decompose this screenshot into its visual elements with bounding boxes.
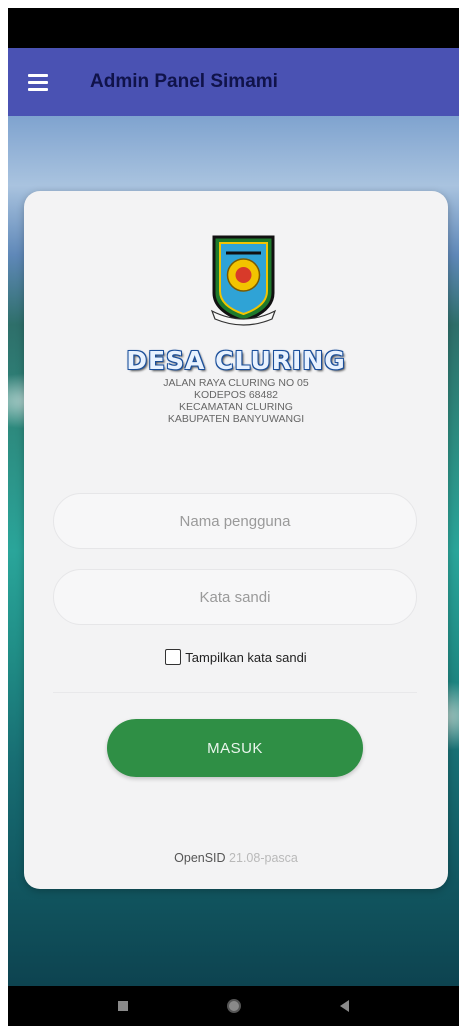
- app-name: OpenSID: [174, 851, 226, 865]
- version-number: 21.08-pasca: [229, 851, 298, 865]
- app-title: Admin Panel Simami: [90, 71, 278, 92]
- recents-icon[interactable]: [117, 1001, 128, 1011]
- address-line: KODEPOS 68482: [193, 389, 279, 401]
- divider: [53, 692, 417, 693]
- status-bar: [8, 8, 459, 48]
- password-input[interactable]: [70, 587, 400, 607]
- address-block: JALAN RAYA CLURING NO 05 KODEPOS 68482 K…: [24, 377, 448, 425]
- show-password-label[interactable]: Tampilkan kata sandi: [185, 650, 306, 665]
- password-field[interactable]: [53, 569, 417, 625]
- phone-screen: Admin Panel Simami DESA CLURING JALAN RA…: [8, 8, 459, 1026]
- back-icon[interactable]: [340, 1000, 350, 1012]
- username-input[interactable]: [70, 511, 400, 531]
- village-name: DESA CLURING: [126, 346, 346, 375]
- home-icon[interactable]: [226, 999, 241, 1013]
- app-version: OpenSID 21.08-pasca: [24, 851, 448, 865]
- login-card: DESA CLURING JALAN RAYA CLURING NO 05 KO…: [24, 191, 448, 889]
- show-password-row[interactable]: Tampilkan kata sandi: [24, 649, 448, 665]
- address-line: KABUPATEN BANYUWANGI: [167, 413, 305, 425]
- show-password-checkbox[interactable]: [165, 649, 182, 665]
- address-line: KECAMATAN CLURING: [179, 401, 293, 413]
- address-line: JALAN RAYA CLURING NO 05: [163, 377, 309, 389]
- app-bar: Admin Panel Simami: [8, 48, 459, 116]
- login-button[interactable]: MASUK: [107, 719, 363, 777]
- hamburger-menu-icon[interactable]: [28, 73, 48, 91]
- regency-emblem-logo: [210, 235, 277, 326]
- system-nav-bar: [8, 986, 459, 1026]
- username-field[interactable]: [53, 493, 417, 549]
